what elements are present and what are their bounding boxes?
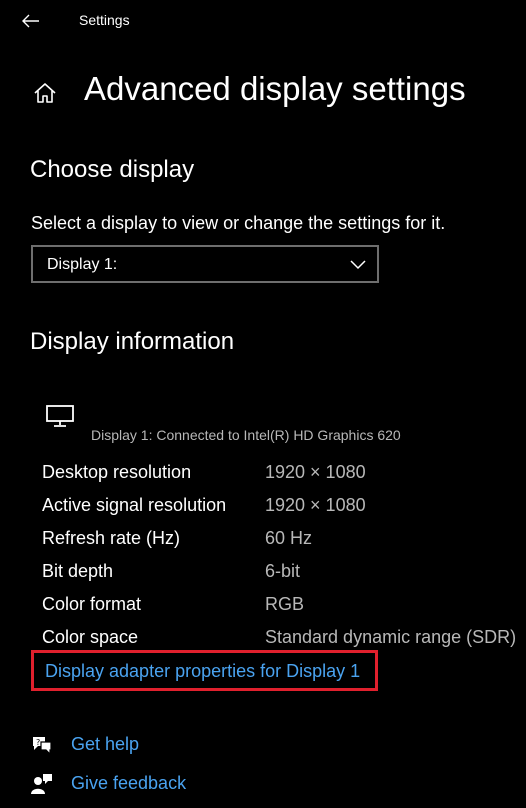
info-value: Standard dynamic range (SDR) — [265, 627, 517, 647]
feedback-person-icon — [31, 774, 52, 794]
info-value: 6-bit — [265, 561, 301, 581]
display-connection-info: Display 1: Connected to Intel(R) HD Grap… — [91, 427, 401, 443]
info-label: Active signal resolution — [42, 495, 227, 515]
display-select-dropdown[interactable]: Display 1: — [31, 245, 379, 283]
display-select-value: Display 1: — [47, 256, 118, 273]
get-help-label: Get help — [71, 734, 140, 754]
info-row-bit-depth: Bit depth 6-bit — [42, 561, 526, 591]
choose-display-heading: Choose display — [30, 156, 195, 183]
info-value: 1920 × 1080 — [265, 462, 366, 482]
page-title: Advanced display settings — [84, 70, 466, 107]
info-value: 1920 × 1080 — [265, 495, 366, 515]
monitor-icon — [46, 405, 74, 427]
info-label: Refresh rate (Hz) — [42, 528, 181, 548]
info-row-desktop-resolution: Desktop resolution 1920 × 1080 — [42, 462, 526, 492]
title-bar: Settings — [0, 0, 526, 42]
give-feedback-label: Give feedback — [71, 773, 187, 793]
back-arrow-icon — [22, 14, 39, 28]
info-row-color-format: Color format RGB — [42, 594, 526, 624]
display-adapter-properties-link[interactable]: Display adapter properties for Display 1 — [45, 661, 360, 682]
adapter-properties-highlight[interactable]: Display adapter properties for Display 1 — [31, 650, 378, 691]
app-title: Settings — [79, 12, 130, 28]
info-label: Bit depth — [42, 561, 114, 581]
display-information-heading: Display information — [30, 328, 235, 355]
svg-text:?: ? — [36, 738, 40, 747]
give-feedback-link[interactable]: Give feedback — [30, 770, 330, 800]
get-help-link[interactable]: ? Get help — [30, 731, 330, 761]
info-value: RGB — [265, 594, 305, 614]
home-icon — [34, 83, 56, 103]
info-label: Color format — [42, 594, 142, 614]
help-chat-icon: ? — [33, 737, 52, 756]
choose-display-prompt: Select a display to view or change the s… — [31, 213, 446, 233]
chevron-down-icon — [350, 260, 366, 270]
home-button[interactable] — [30, 78, 60, 108]
info-row-active-signal-resolution: Active signal resolution 1920 × 1080 — [42, 495, 526, 525]
info-value: 60 Hz — [265, 528, 313, 548]
info-label: Desktop resolution — [42, 462, 192, 482]
back-button[interactable] — [14, 6, 48, 36]
info-label: Color space — [42, 627, 139, 647]
info-row-refresh-rate: Refresh rate (Hz) 60 Hz — [42, 528, 526, 558]
